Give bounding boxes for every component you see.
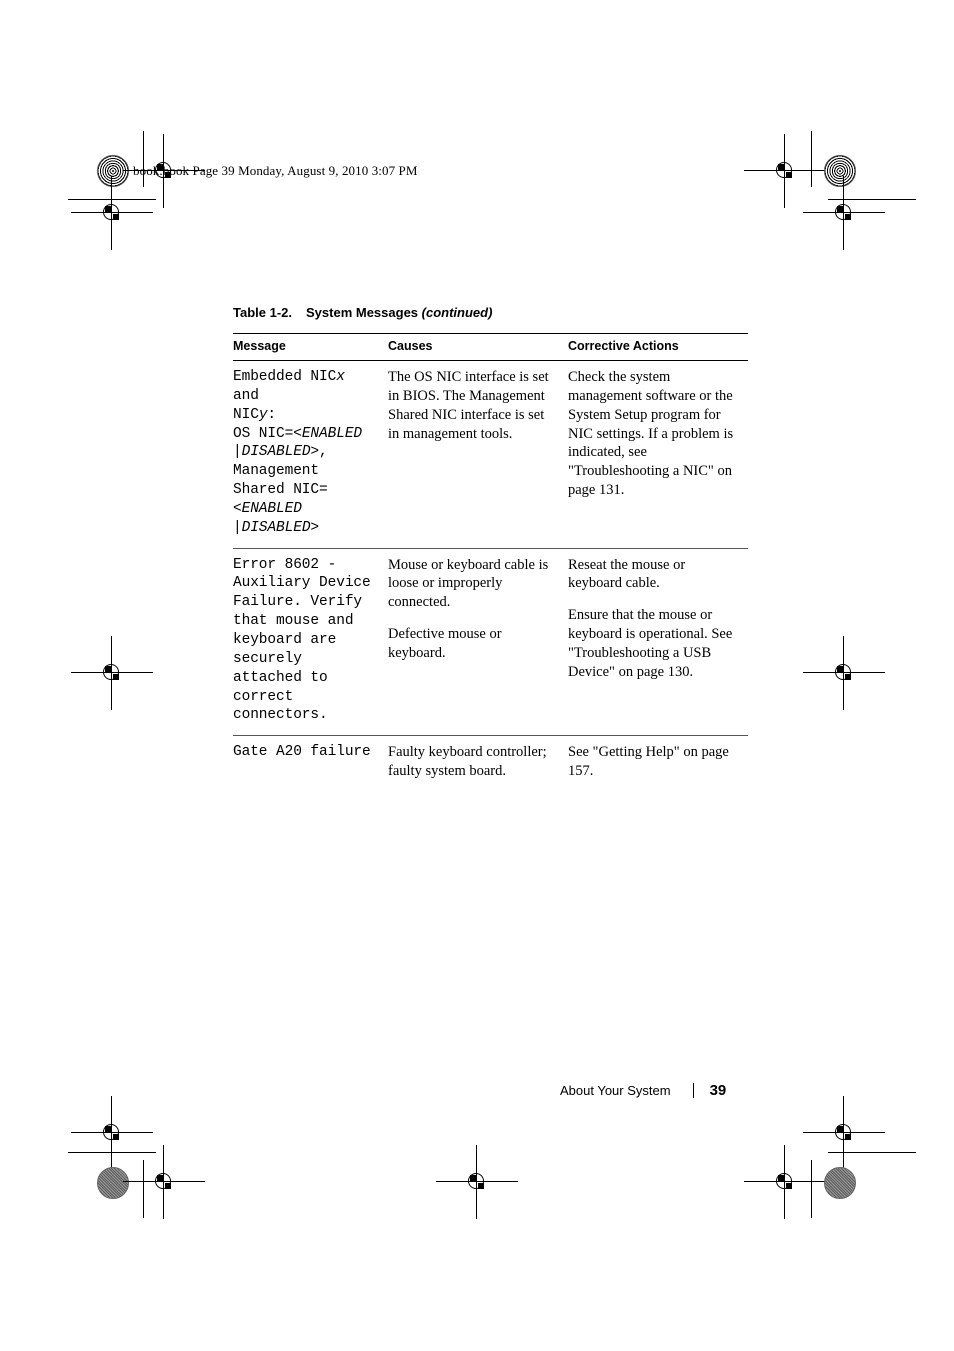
system-messages-table: Message Causes Corrective Actions Embedd… (233, 333, 748, 791)
cell-corrective-actions: Check the system management software or … (568, 361, 748, 549)
message-text-gt: > (310, 519, 320, 536)
action-paragraph: Check the system management software or … (568, 369, 734, 499)
page-footer: About Your System 39 (560, 1082, 750, 1099)
table-caption-title: System Messages (306, 305, 419, 320)
cell-causes: Mouse or keyboard cable is loose or impr… (388, 547, 568, 736)
registration-crosshair-right-middle (803, 636, 885, 710)
registration-crosshair-bottom-center (436, 1145, 518, 1219)
footer-divider (692, 1083, 694, 1098)
cell-causes: The OS NIC interface is set in BIOS. The… (388, 361, 568, 549)
cell-causes: Faulty keyboard controller; faulty syste… (388, 735, 568, 791)
table-header-row: Message Causes Corrective Actions (233, 333, 748, 361)
footer-page-number: 39 (709, 1082, 727, 1099)
crop-line-vertical-top-right (811, 131, 812, 187)
registration-halftone-dot-top-right (824, 155, 856, 187)
cause-paragraph: Faulty keyboard controller; faulty syste… (388, 744, 547, 780)
registration-solid-dot-bottom-left (97, 1167, 129, 1199)
table-caption-number: Table 1-2. (233, 305, 293, 320)
message-text-pipe-2: | (233, 519, 242, 536)
crop-line-horizontal-lower-right (828, 1152, 916, 1153)
action-paragraph: See "Getting Help" on page 157. (568, 744, 729, 780)
cell-message: Gate A20 failure (233, 735, 388, 791)
cause-paragraph: Mouse or keyboard cable is loose or impr… (388, 556, 549, 611)
action-paragraph: Reseat the mouse or keyboard cable. (568, 556, 686, 592)
message-text-line4b: >, (310, 444, 328, 461)
table-row: Gate A20 failure Faulty keyboard control… (233, 735, 748, 791)
registration-crosshair-right-lower (803, 1096, 885, 1170)
message-text-line3: OS NIC=< (233, 425, 302, 442)
registration-crosshair-left-lower (71, 1096, 153, 1170)
cause-paragraph: Defective mouse or keyboard. (388, 626, 502, 661)
table-row: Embedded NICx and NICy: OS NIC=<ENABLED |DI… (233, 361, 748, 549)
registration-halftone-dot-top-left (97, 155, 129, 187)
crop-line-vertical-bottom-left (143, 1160, 144, 1218)
footer-section-title: About Your System (560, 1083, 671, 1098)
message-em-disabled-2: DISABLED (241, 519, 311, 536)
message-text-pipe-1: | (233, 444, 242, 461)
registration-crosshair-left-middle (71, 636, 153, 710)
message-text-lt: < (233, 500, 242, 517)
table-caption: Table 1-2. System Messages (continued) (233, 305, 748, 320)
cell-message: Embedded NICx and NICy: OS NIC=<ENABLED |DI… (233, 361, 388, 549)
page-content: Table 1-2. System Messages (continued) Me… (233, 305, 748, 791)
message-text-line2b: : (267, 406, 277, 423)
action-paragraph: Ensure that the mouse or keyboard is ope… (568, 607, 733, 680)
message-text-line2: NIC (233, 406, 259, 423)
message-text-line6: Shared NIC= (233, 482, 328, 499)
registration-crosshair-top-right (744, 134, 826, 208)
registration-solid-dot-bottom-right (824, 1167, 856, 1199)
file-slug-header: book.book Page 39 Monday, August 9, 2010… (133, 163, 418, 178)
message-em-disabled-1: DISABLED (241, 444, 311, 461)
registration-crosshair-bottom-right (744, 1145, 826, 1219)
table-caption-continued: (continued) (421, 305, 493, 320)
registration-crosshair-right-upper (803, 176, 885, 250)
message-text-line1: Embedded NIC (233, 369, 337, 385)
crop-line-vertical-bottom-right (811, 1160, 812, 1218)
message-em-enabled-2: ENABLED (241, 500, 302, 517)
registration-crosshair-bottom-left (123, 1145, 205, 1219)
cell-corrective-actions: Reseat the mouse or keyboard cable. Ensu… (568, 547, 748, 736)
crop-line-horizontal-lower-left (68, 1152, 156, 1153)
message-text-line5: Management (233, 463, 320, 480)
message-em-enabled-1: ENABLED (301, 425, 363, 442)
message-var-x: x (336, 369, 345, 385)
column-header-corrective-actions: Corrective Actions (568, 333, 748, 361)
cell-message: Error 8602 - Auxiliary Device Failure. V… (233, 547, 388, 736)
column-header-causes: Causes (388, 333, 568, 361)
cause-paragraph: The OS NIC interface is set in BIOS. The… (388, 369, 549, 442)
registration-crosshair-left-upper (71, 176, 153, 250)
column-header-message: Message (233, 333, 388, 361)
cell-corrective-actions: See "Getting Help" on page 157. (568, 735, 748, 791)
table-row: Error 8602 - Auxiliary Device Failure. V… (233, 547, 748, 736)
